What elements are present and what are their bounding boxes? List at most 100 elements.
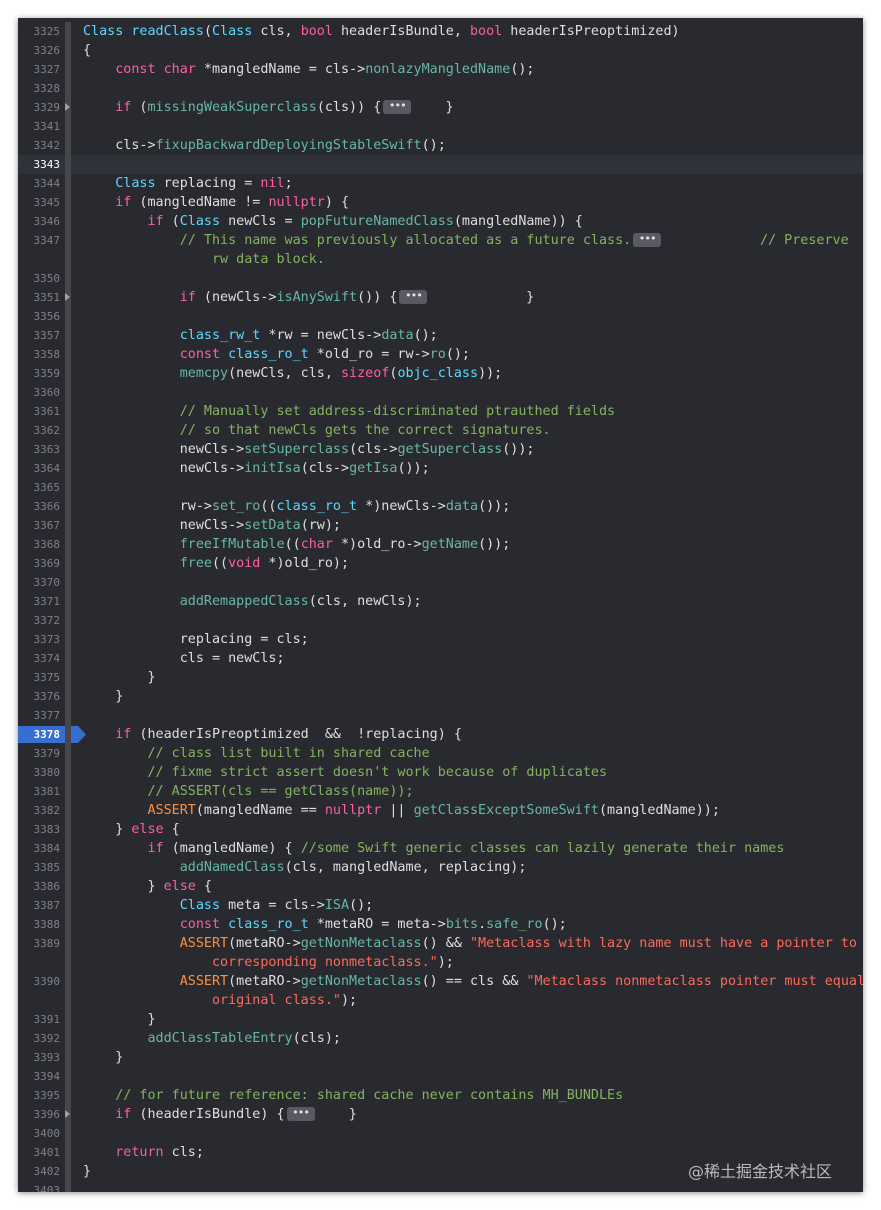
line-number[interactable]: 3382 xyxy=(18,801,61,820)
fold-ribbon[interactable] xyxy=(65,1067,71,1086)
fold-ribbon[interactable] xyxy=(65,364,71,383)
code-line[interactable]: 3346 if (Class newCls = popFutureNamedCl… xyxy=(18,212,863,231)
fold-ribbon[interactable] xyxy=(65,117,71,136)
code-line[interactable]: 3395 // for future reference: shared cac… xyxy=(18,1086,863,1105)
code-text[interactable]: // for future reference: shared cache ne… xyxy=(83,1086,623,1105)
code-line[interactable]: 3388 const class_ro_t *metaRO = meta->bi… xyxy=(18,915,863,934)
fold-ribbon[interactable] xyxy=(65,573,71,592)
line-number[interactable]: 3388 xyxy=(18,915,61,934)
fold-ribbon[interactable] xyxy=(65,592,71,611)
fold-arrow-icon[interactable] xyxy=(65,103,70,111)
code-line[interactable]: 3369 free((void *)old_ro); xyxy=(18,554,863,573)
code-text[interactable]: memcpy(newCls, cls, sizeof(objc_class)); xyxy=(83,364,503,383)
code-line[interactable]: 3396 if (headerIsBundle) {••• } xyxy=(18,1105,863,1124)
fold-ribbon[interactable] xyxy=(65,820,71,839)
line-number[interactable]: 3357 xyxy=(18,326,61,345)
code-line[interactable]: 3327 const char *mangledName = cls->nonl… xyxy=(18,60,863,79)
line-number[interactable]: 3371 xyxy=(18,592,61,611)
code-line[interactable]: 3350 xyxy=(18,269,863,288)
fold-ribbon[interactable] xyxy=(65,41,71,60)
code-text[interactable]: const class_ro_t *old_ro = rw->ro(); xyxy=(83,345,470,364)
line-number[interactable]: 3341 xyxy=(18,117,61,136)
code-line[interactable]: 3359 memcpy(newCls, cls, sizeof(objc_cla… xyxy=(18,364,863,383)
line-number[interactable]: 3393 xyxy=(18,1048,61,1067)
code-text[interactable]: Class replacing = nil; xyxy=(83,174,292,193)
line-number[interactable] xyxy=(18,953,60,972)
fold-ribbon[interactable] xyxy=(65,782,71,801)
line-number[interactable]: 3343 xyxy=(18,155,61,174)
fold-ribbon[interactable] xyxy=(65,725,71,744)
code-line[interactable]: 3380 // fixme strict assert doesn't work… xyxy=(18,763,863,782)
code-line[interactable]: 3356 xyxy=(18,307,863,326)
code-line[interactable]: 3364 newCls->initIsa(cls->getIsa()); xyxy=(18,459,863,478)
line-number[interactable]: 3368 xyxy=(18,535,61,554)
code-text[interactable]: rw data block. xyxy=(83,250,325,269)
code-line[interactable]: 3385 addNamedClass(cls, mangledName, rep… xyxy=(18,858,863,877)
folded-code-badge[interactable]: ••• xyxy=(633,233,662,247)
fold-ribbon[interactable] xyxy=(65,136,71,155)
folded-code-badge[interactable]: ••• xyxy=(383,100,412,114)
code-text[interactable]: Class readClass(Class cls, bool headerIs… xyxy=(83,22,680,41)
code-text[interactable]: ASSERT(metaRO->getNonMetaclass() == cls … xyxy=(83,972,863,991)
code-line[interactable]: 3390 ASSERT(metaRO->getNonMetaclass() ==… xyxy=(18,972,863,991)
code-line[interactable]: 3367 newCls->setData(rw); xyxy=(18,516,863,535)
code-text[interactable]: cls = newCls; xyxy=(83,649,285,668)
code-line[interactable]: 3382 ASSERT(mangledName == nullptr || ge… xyxy=(18,801,863,820)
line-number[interactable]: 3367 xyxy=(18,516,61,535)
fold-ribbon[interactable] xyxy=(65,991,71,1010)
code-line[interactable]: 3379 // class list built in shared cache xyxy=(18,744,863,763)
fold-ribbon[interactable] xyxy=(65,554,71,573)
fold-ribbon[interactable] xyxy=(65,896,71,915)
code-text[interactable]: replacing = cls; xyxy=(83,630,309,649)
code-text[interactable]: { xyxy=(83,41,91,60)
fold-ribbon[interactable] xyxy=(65,1143,71,1162)
fold-ribbon[interactable] xyxy=(65,1010,71,1029)
fold-ribbon[interactable] xyxy=(65,972,71,991)
code-line[interactable]: 3391 } xyxy=(18,1010,863,1029)
code-line[interactable]: 3329 if (missingWeakSuperclass(cls)) {••… xyxy=(18,98,863,117)
fold-ribbon[interactable] xyxy=(65,345,71,364)
fold-ribbon[interactable] xyxy=(65,706,71,725)
code-line[interactable]: 3343 xyxy=(18,155,863,174)
line-number[interactable]: 3377 xyxy=(18,706,61,725)
code-line[interactable]: 3326 { xyxy=(18,41,863,60)
line-number[interactable]: 3364 xyxy=(18,459,61,478)
fold-ribbon[interactable] xyxy=(65,22,71,41)
line-number[interactable]: 3345 xyxy=(18,193,61,212)
line-number[interactable]: 3350 xyxy=(18,269,61,288)
code-text[interactable]: newCls->setData(rw); xyxy=(83,516,341,535)
code-text[interactable]: // ASSERT(cls == getClass(name)); xyxy=(83,782,414,801)
fold-ribbon[interactable] xyxy=(65,516,71,535)
fold-ribbon[interactable] xyxy=(65,687,71,706)
fold-ribbon[interactable] xyxy=(65,440,71,459)
line-number[interactable]: 3328 xyxy=(18,79,61,98)
code-line[interactable]: corresponding nonmetaclass."); xyxy=(18,953,863,972)
line-number[interactable]: 3356 xyxy=(18,307,61,326)
code-text[interactable]: addClassTableEntry(cls); xyxy=(83,1029,342,1048)
fold-ribbon[interactable] xyxy=(65,326,71,345)
fold-ribbon[interactable] xyxy=(65,307,71,326)
code-line[interactable]: 3344 Class replacing = nil; xyxy=(18,174,863,193)
code-line[interactable]: 3347 // This name was previously allocat… xyxy=(18,231,863,250)
code-line[interactable]: 3384 if (mangledName) { //some Swift gen… xyxy=(18,839,863,858)
code-text[interactable]: freeIfMutable((char *)old_ro->getName())… xyxy=(83,535,511,554)
code-line[interactable]: 3374 cls = newCls; xyxy=(18,649,863,668)
line-number[interactable]: 3360 xyxy=(18,383,61,402)
fold-ribbon[interactable] xyxy=(65,60,71,79)
code-line[interactable]: original class."); xyxy=(18,991,863,1010)
fold-ribbon[interactable] xyxy=(65,383,71,402)
code-line[interactable]: 3378 if (headerIsPreoptimized && !replac… xyxy=(18,725,863,744)
code-text[interactable]: newCls->setSuperclass(cls->getSuperclass… xyxy=(83,440,535,459)
code-line[interactable]: 3342 cls->fixupBackwardDeployingStableSw… xyxy=(18,136,863,155)
code-text[interactable]: } xyxy=(83,1048,123,1067)
code-text[interactable]: if (missingWeakSuperclass(cls)) {••• } xyxy=(83,98,453,117)
line-number[interactable]: 3369 xyxy=(18,554,61,573)
code-text[interactable]: addNamedClass(cls, mangledName, replacin… xyxy=(83,858,527,877)
line-number[interactable]: 3344 xyxy=(18,174,61,193)
fold-ribbon[interactable] xyxy=(65,212,71,231)
line-number[interactable]: 3327 xyxy=(18,60,61,79)
code-line[interactable]: 3366 rw->set_ro((class_ro_t *)newCls->da… xyxy=(18,497,863,516)
fold-ribbon[interactable] xyxy=(65,839,71,858)
code-text[interactable]: newCls->initIsa(cls->getIsa()); xyxy=(83,459,430,478)
code-line[interactable]: 3372 xyxy=(18,611,863,630)
